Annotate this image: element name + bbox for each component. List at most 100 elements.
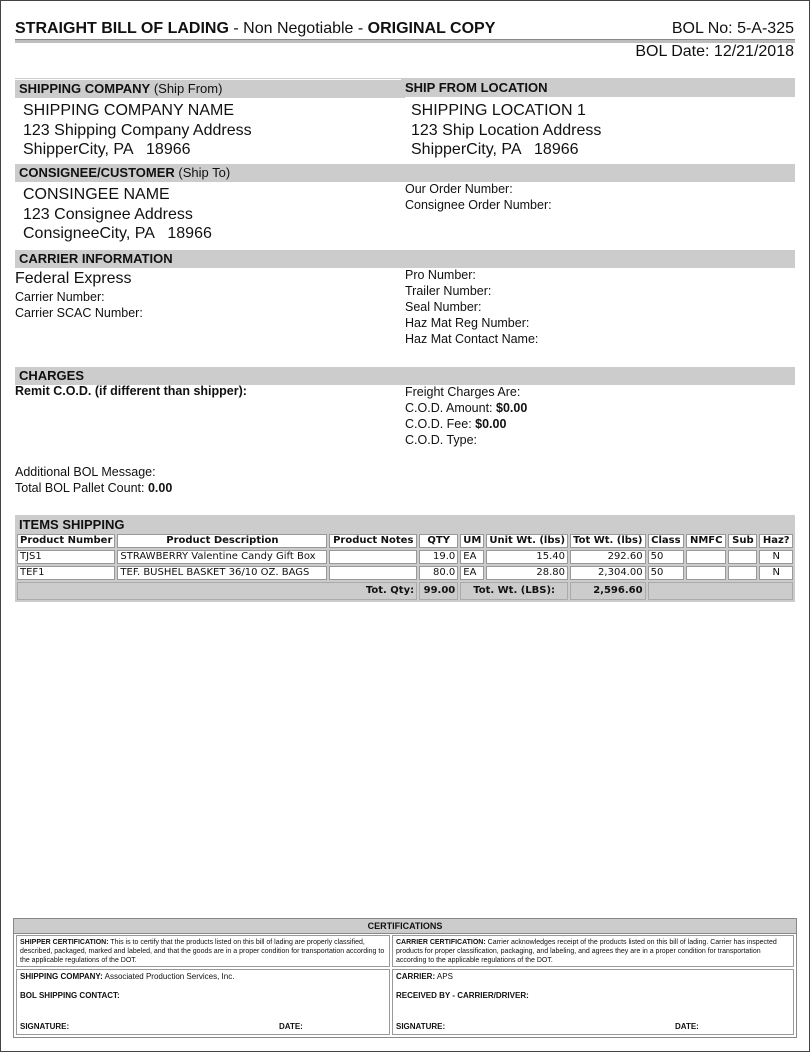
consignee-address: 123 Consignee Address [23, 205, 193, 223]
certifications-heading: CERTIFICATIONS [14, 919, 796, 934]
table-cell: TJS1 [17, 550, 116, 564]
column-header: Unit Wt. (lbs) [486, 534, 569, 548]
charges-details: Freight Charges Are: C.O.D. Amount: $0.0… [405, 384, 527, 448]
pro-number: Pro Number: [405, 268, 476, 282]
column-header: Product Notes [329, 534, 418, 548]
table-cell: 28.80 [486, 566, 569, 580]
order-numbers: Our Order Number: Consignee Order Number… [405, 181, 552, 213]
certifications-box: CERTIFICATIONS SHIPPER CERTIFICATION: Th… [13, 918, 797, 1038]
column-header: Haz? [759, 534, 793, 548]
additional-bol-message: Additional BOL Message: [15, 465, 156, 479]
table-cell: 292.60 [570, 550, 646, 564]
table-cell [728, 566, 758, 580]
carrier-signature-label: SIGNATURE: [396, 1022, 446, 1031]
received-by-label: RECEIVED BY - CARRIER/DRIVER: [396, 991, 529, 1000]
our-order-number: Our Order Number: [405, 182, 513, 196]
additional-info: Additional BOL Message: Total BOL Pallet… [15, 464, 172, 496]
carrier-block: Federal Express Carrier Number: Carrier … [15, 269, 143, 321]
table-cell: 15.40 [486, 550, 569, 564]
carrier-date-label: DATE: [675, 1022, 699, 1031]
title-negotiability: Non Negotiable [243, 20, 354, 37]
shipping-company-block: SHIPPING COMPANY NAME 123 Shipping Compa… [23, 101, 252, 160]
column-header: QTY [419, 534, 459, 548]
table-cell: TEF1 [17, 566, 116, 580]
cod-amount: C.O.D. Amount: $0.00 [405, 401, 528, 415]
consignee-heading: CONSIGNEE/CUSTOMER (Ship To) [15, 164, 795, 182]
haz-mat-reg-number: Haz Mat Reg Number: [405, 316, 530, 330]
pallet-count: Total BOL Pallet Count: 0.00 [15, 481, 173, 495]
tot-wt-label: Tot. Wt. (LBS): [460, 582, 569, 600]
title-copy-type: ORIGINAL COPY [367, 20, 496, 37]
document-title: STRAIGHT BILL OF LADING - Non Negotiable… [15, 20, 496, 37]
cod-fee: C.O.D. Fee: $0.00 [405, 417, 507, 431]
bol-shipping-contact-label: BOL SHIPPING CONTACT: [20, 991, 120, 1000]
table-cell: 50 [647, 550, 685, 564]
items-table: Product Number Product Description Product… [15, 532, 795, 602]
remit-cod: Remit C.O.D. (if different than shipper)… [15, 384, 247, 398]
items-total-row: Tot. Qty: 99.00 Tot. Wt. (LBS): 2,596.60 [17, 582, 793, 600]
carrier-scac-number: Carrier SCAC Number: [15, 305, 143, 320]
table-cell [686, 566, 727, 580]
table-cell: EA [460, 566, 485, 580]
table-cell: STRAWBERRY Valentine Candy Gift Box [117, 550, 328, 564]
shipper-date-label: DATE: [279, 1022, 303, 1031]
column-header: UM [460, 534, 485, 548]
trailer-number: Trailer Number: [405, 284, 492, 298]
bol-date: BOL Date: 12/21/2018 [635, 43, 794, 60]
haz-mat-contact-name: Haz Mat Contact Name: [405, 332, 539, 346]
seal-number: Seal Number: [405, 300, 482, 314]
table-cell: 50 [647, 566, 685, 580]
items-header-row: Product Number Product Description Product… [17, 534, 793, 548]
consignee-city: ConsigneeCity, PA 18966 [23, 225, 212, 242]
shipper-signature-block: SHIPPING COMPANY: Associated Production … [16, 969, 390, 1035]
pallet-count-value: 0.00 [147, 481, 173, 495]
table-cell [728, 550, 758, 564]
table-cell [329, 550, 418, 564]
table-cell: 19.0 [419, 550, 459, 564]
table-cell: EA [460, 550, 485, 564]
carrier-certification: CARRIER CERTIFICATION: Carrier acknowled… [392, 935, 794, 967]
ship-from-location-heading: SHIP FROM LOCATION [401, 79, 795, 97]
tot-qty-label: Tot. Qty: [17, 582, 418, 600]
table-row: TJS1 STRAWBERRY Valentine Candy Gift Box 1… [17, 550, 793, 564]
ship-from-location-block: SHIPPING LOCATION 1 123 Ship Location Ad… [411, 101, 601, 160]
tot-wt-value: 2,596.60 [570, 582, 646, 600]
column-header: Product Number [17, 534, 116, 548]
column-header: Sub [728, 534, 758, 548]
carrier-value: APS [435, 972, 453, 981]
table-cell [329, 566, 418, 580]
bol-number: BOL No: 5-A-325 [671, 20, 794, 37]
consignee-name: CONSINGEE NAME [23, 186, 170, 203]
freight-charges: Freight Charges Are: [405, 385, 521, 399]
carrier-name: Federal Express [15, 270, 132, 287]
cod-fee-value: $0.00 [475, 417, 507, 431]
column-header: Class [647, 534, 685, 548]
ship-location-city: ShipperCity, PA 18966 [411, 141, 579, 158]
title-main: STRAIGHT BILL OF LADING [15, 20, 229, 37]
ship-location-address: 123 Ship Location Address [411, 121, 602, 139]
carrier-number: Carrier Number: [15, 289, 105, 304]
consignee-order-number: Consignee Order Number: [405, 198, 552, 212]
column-header: NMFC [686, 534, 727, 548]
total-row-filler [647, 582, 793, 600]
cod-amount-value: $0.00 [496, 401, 528, 415]
shipping-company-address: 123 Shipping Company Address [23, 121, 252, 139]
column-header: Tot Wt. (lbs) [570, 534, 646, 548]
shipping-company-heading: SHIPPING COMPANY (Ship From) [15, 80, 405, 98]
column-header: Product Description [117, 534, 328, 548]
table-cell: TEF. BUSHEL BASKET 36/10 OZ. BAGS [117, 566, 328, 580]
consignee-block: CONSINGEE NAME 123 Consignee Address Con… [23, 185, 212, 244]
table-cell: 2,304.00 [570, 566, 646, 580]
table-cell: N [759, 566, 793, 580]
carrier-details: Pro Number: Trailer Number: Seal Number:… [405, 267, 538, 347]
ship-location-name: SHIPPING LOCATION 1 [411, 102, 586, 119]
cod-type: C.O.D. Type: [405, 433, 478, 447]
items-heading: ITEMS SHIPPING [19, 517, 125, 532]
carrier-heading: CARRIER INFORMATION [15, 250, 795, 268]
shipper-certification: SHIPPER CERTIFICATION: This is to certif… [16, 935, 390, 967]
table-row: TEF1 TEF. BUSHEL BASKET 36/10 OZ. BAGS 80.… [17, 566, 793, 580]
shipping-company-name: SHIPPING COMPANY NAME [23, 102, 234, 119]
table-cell: 80.0 [419, 566, 459, 580]
items-section: ITEMS SHIPPING Product Number Product Des… [15, 515, 795, 602]
carrier-signature-block: CARRIER: APS RECEIVED BY - CARRIER/DRIVE… [392, 969, 794, 1035]
